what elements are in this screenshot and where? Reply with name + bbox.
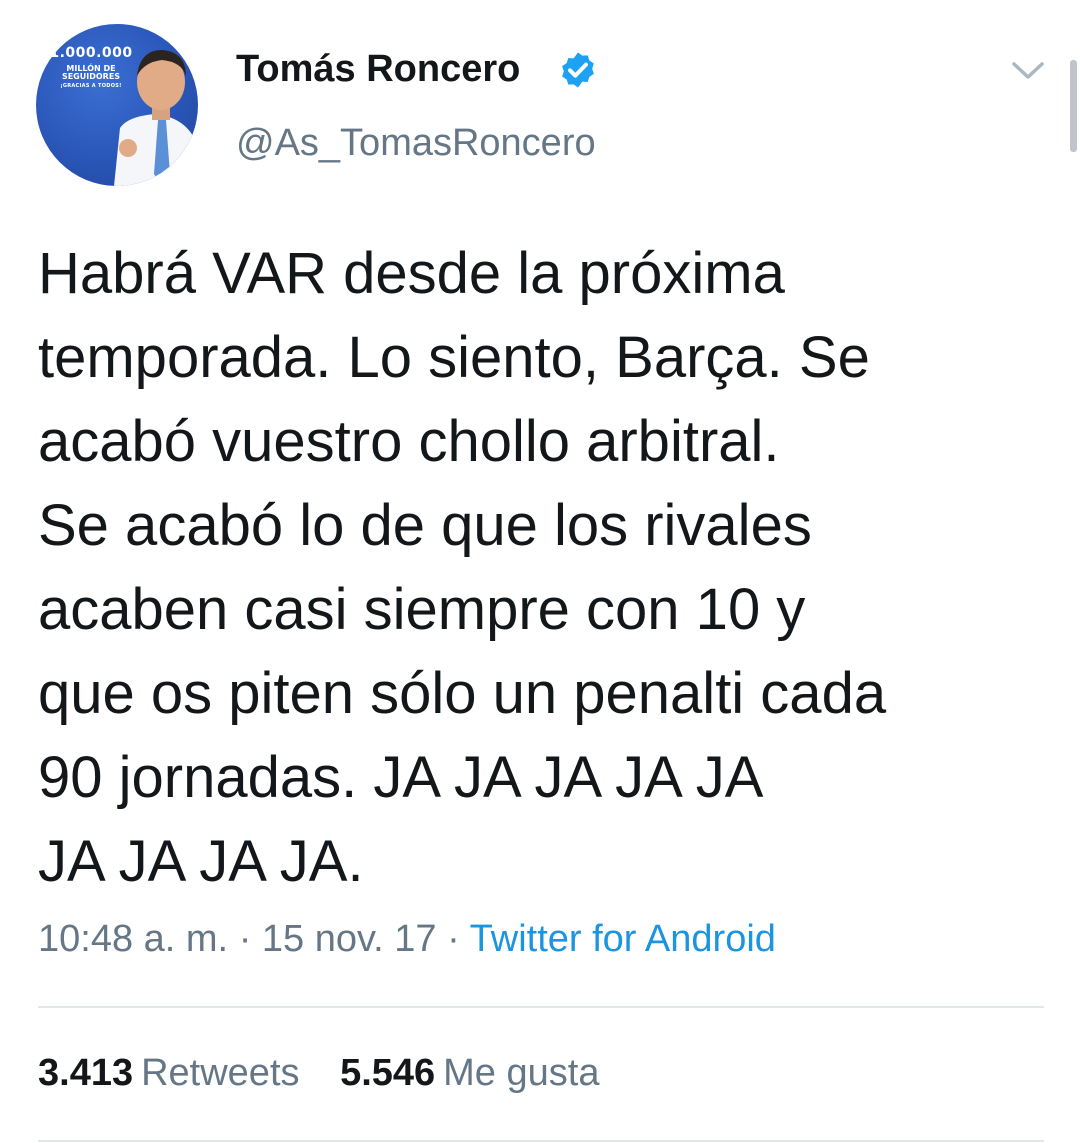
tweet-metadata: 10:48 a. m. · 15 nov. 17 · Twitter for A… [38,918,776,961]
scrollbar[interactable] [1070,60,1077,152]
likes-count: 5.546 [340,1052,436,1094]
tweet-time[interactable]: 10:48 a. m. [38,918,228,960]
avatar[interactable]: 1.000.000 MILLÓN DE SEGUIDORES ¡GRACIAS … [36,24,198,186]
verified-badge-icon [562,52,594,88]
meta-separator: · [447,918,460,960]
tweet-stats: 3.413 Retweets 5.546 Me gusta [38,1052,629,1095]
retweets-count: 3.413 [38,1052,134,1094]
chevron-down-icon[interactable] [1008,58,1048,84]
tweet-date[interactable]: 15 nov. 17 [262,918,437,960]
divider [38,1006,1044,1008]
tweet-text: Habrá VAR desde la próxima temporada. Lo… [38,241,887,894]
person-photo [114,50,198,186]
likes-label: Me gusta [443,1052,600,1094]
retweets-stat[interactable]: 3.413 Retweets [38,1052,300,1095]
tweet-source-link[interactable]: Twitter for Android [470,918,776,960]
display-name[interactable]: Tomás Roncero [236,48,520,91]
tweet-detail: 1.000.000 MILLÓN DE SEGUIDORES ¡GRACIAS … [0,0,1080,1143]
likes-stat[interactable]: 5.546 Me gusta [340,1052,599,1095]
user-handle[interactable]: @As_TomasRoncero [236,122,596,165]
meta-separator: · [238,918,252,960]
divider [38,1140,1044,1142]
retweets-label: Retweets [141,1052,300,1094]
